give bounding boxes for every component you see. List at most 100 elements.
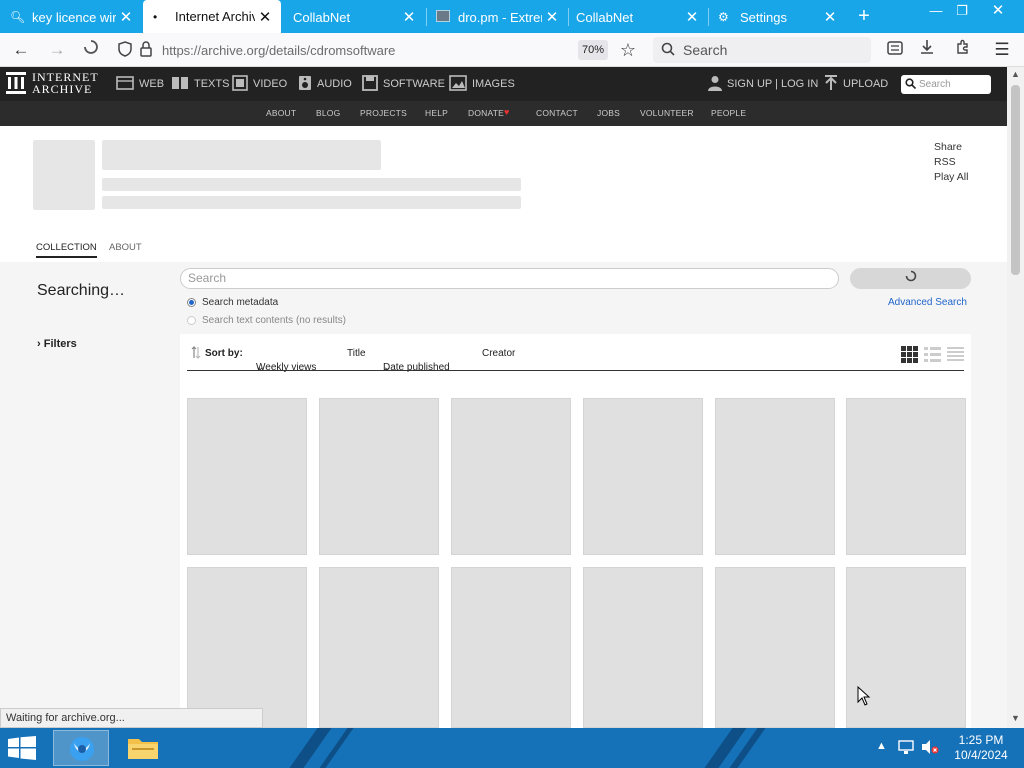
radio-button-selected[interactable]: [187, 298, 196, 307]
tab-search[interactable]: 🔍︎ key licence wir ✕: [0, 2, 142, 32]
close-icon[interactable]: ✕: [542, 8, 562, 26]
tab-about[interactable]: ABOUT: [109, 242, 142, 253]
forward-button[interactable]: →: [44, 38, 70, 62]
search-submit-button[interactable]: [850, 268, 971, 289]
result-tile-placeholder[interactable]: [846, 398, 966, 555]
result-tile-placeholder[interactable]: [187, 398, 307, 555]
menu-icon[interactable]: ☰: [989, 38, 1015, 62]
result-tile-placeholder[interactable]: [319, 567, 439, 728]
radio-search-metadata[interactable]: Search metadata: [187, 297, 278, 308]
sort-title[interactable]: Title: [347, 348, 366, 359]
scroll-up-icon[interactable]: ▲: [1007, 69, 1024, 79]
downloads-icon[interactable]: [914, 38, 940, 62]
subnav-contact[interactable]: CONTACT: [536, 101, 578, 126]
close-icon[interactable]: ✕: [399, 8, 419, 26]
radio-search-text[interactable]: Search text contents (no results): [187, 315, 346, 326]
result-tile-placeholder[interactable]: [583, 398, 703, 555]
collection-search-input[interactable]: Search: [180, 268, 839, 289]
result-tile-placeholder[interactable]: [451, 398, 571, 555]
subnav-jobs[interactable]: JOBS: [597, 101, 620, 126]
tab-internet-archive[interactable]: • Internet Archiv ✕: [143, 0, 281, 33]
close-window-button[interactable]: ✕: [982, 0, 1014, 22]
zoom-level[interactable]: 70%: [578, 40, 608, 60]
mouse-cursor-icon: [857, 686, 871, 706]
close-icon[interactable]: ✕: [116, 8, 136, 26]
taskbar-clock[interactable]: 1:25 PM 10/4/2024: [946, 733, 1016, 763]
nav-images[interactable]: IMAGES: [449, 67, 515, 101]
stop-loading-button[interactable]: [78, 38, 104, 62]
sort-creator[interactable]: Creator: [482, 348, 515, 359]
subnav-volunteer[interactable]: VOLUNTEER: [640, 101, 694, 126]
result-tile-placeholder[interactable]: [715, 567, 835, 728]
heart-icon: ♥: [504, 107, 510, 117]
nav-software[interactable]: SOFTWARE: [362, 67, 445, 101]
nav-audio[interactable]: AUDIO: [298, 67, 352, 101]
restore-button[interactable]: ❐: [946, 0, 978, 22]
rss-link[interactable]: RSS: [934, 155, 968, 170]
search-status: Searching…: [37, 282, 126, 299]
nav-texts[interactable]: TEXTS: [171, 67, 229, 101]
filters-toggle[interactable]: › Filters: [37, 338, 77, 350]
results-panel: Sort by: Weekly views ⌄ Title Date publi…: [180, 334, 971, 728]
close-icon[interactable]: ✕: [255, 8, 275, 26]
result-tile-placeholder[interactable]: [187, 567, 307, 728]
subnav-about[interactable]: ABOUT: [266, 101, 296, 126]
radio-button[interactable]: [187, 316, 196, 325]
taskbar-browser-app[interactable]: [53, 730, 109, 766]
ia-logo[interactable]: INTERNET ARCHIVE: [6, 71, 99, 95]
new-tab-button[interactable]: +: [852, 4, 876, 28]
result-tile-placeholder[interactable]: [715, 398, 835, 555]
grid-view-icon[interactable]: [901, 346, 918, 363]
subnav-help[interactable]: HELP: [425, 101, 448, 126]
subnav-people[interactable]: PEOPLE: [711, 101, 746, 126]
extensions-icon[interactable]: [950, 38, 976, 62]
share-link[interactable]: Share: [934, 140, 968, 155]
waterfox-icon: [70, 737, 94, 761]
ia-search-placeholder: Search: [919, 79, 951, 90]
back-button[interactable]: ←: [8, 38, 34, 62]
close-icon[interactable]: ✕: [682, 8, 702, 26]
tab-dro-pm[interactable]: dro.pm - Extrem ✕: [426, 2, 568, 32]
reader-view-icon[interactable]: [882, 38, 908, 62]
tab-settings[interactable]: ⚙ Settings ✕: [708, 2, 846, 32]
subnav-projects[interactable]: PROJECTS: [360, 101, 407, 126]
vertical-scrollbar[interactable]: ▲ ▼: [1007, 67, 1024, 728]
upload-link[interactable]: UPLOAD: [824, 67, 888, 101]
scrollbar-thumb[interactable]: [1011, 85, 1020, 275]
navigation-toolbar: ← → https://archive.org/details/cdromsof…: [0, 33, 1024, 67]
browser-search-input[interactable]: Search: [653, 37, 871, 63]
collection-body: Searching… › Filters Search Search metad…: [0, 262, 1007, 728]
play-all-link[interactable]: Play All: [934, 170, 968, 185]
list-detail-view-icon[interactable]: [924, 346, 941, 363]
subnav-donate[interactable]: DONATE: [468, 101, 504, 126]
speaker-icon: [298, 75, 312, 94]
nav-label: TEXTS: [194, 78, 230, 90]
list-compact-view-icon[interactable]: [947, 346, 964, 363]
lock-icon[interactable]: [140, 41, 152, 60]
scroll-down-icon[interactable]: ▼: [1007, 713, 1024, 723]
nav-video[interactable]: VIDEO: [232, 67, 287, 101]
show-hidden-icons-button[interactable]: ▲: [876, 740, 887, 752]
subnav-blog[interactable]: BLOG: [316, 101, 340, 126]
url-bar[interactable]: https://archive.org/details/cdromsoftwar…: [112, 37, 647, 63]
bookmark-star-icon[interactable]: ☆: [615, 38, 641, 62]
taskbar-file-explorer[interactable]: [115, 730, 171, 766]
volume-muted-icon[interactable]: [921, 739, 939, 758]
start-button[interactable]: [8, 736, 36, 760]
tab-collection[interactable]: COLLECTION: [36, 242, 97, 258]
tab-collabnet-2[interactable]: CollabNet ✕: [566, 2, 708, 32]
network-icon[interactable]: [898, 739, 914, 758]
collection-thumbnail-placeholder: [33, 140, 95, 210]
result-tile-placeholder[interactable]: [319, 398, 439, 555]
tab-collabnet[interactable]: CollabNet ✕: [283, 2, 425, 32]
signup-login-link[interactable]: SIGN UP | LOG IN: [708, 67, 818, 101]
ia-search-input[interactable]: Search: [901, 75, 991, 94]
url-text[interactable]: https://archive.org/details/cdromsoftwar…: [162, 43, 395, 58]
result-tile-placeholder[interactable]: [451, 567, 571, 728]
advanced-search-link[interactable]: Advanced Search: [888, 297, 967, 308]
clock-time: 1:25 PM: [958, 733, 1004, 747]
result-tile-placeholder[interactable]: [583, 567, 703, 728]
close-icon[interactable]: ✕: [820, 8, 840, 26]
nav-web[interactable]: WEB: [116, 67, 164, 101]
shield-icon[interactable]: [118, 41, 132, 60]
